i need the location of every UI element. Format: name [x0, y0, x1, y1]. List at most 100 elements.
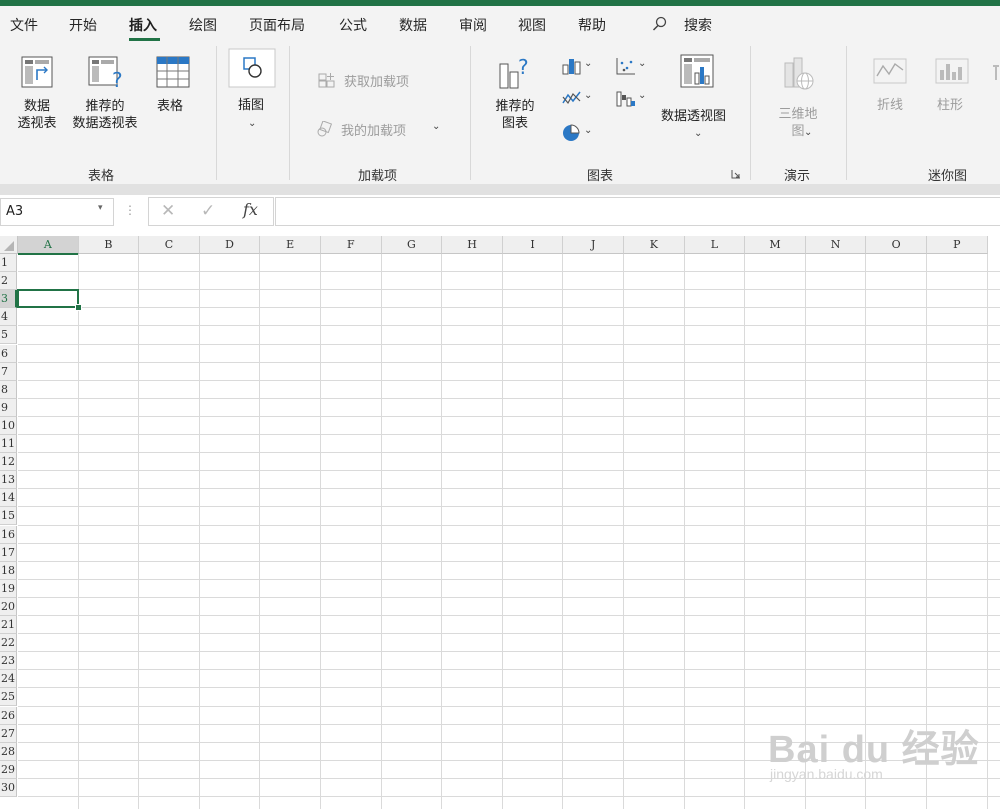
grid-line	[18, 470, 1000, 472]
table-button[interactable]: 表格	[155, 52, 191, 132]
row-header[interactable]: 14	[0, 489, 17, 508]
row-header[interactable]: 5	[0, 326, 17, 345]
charts-group-label: 图表	[587, 169, 614, 184]
row-header[interactable]: 29	[0, 760, 17, 779]
grid-line	[18, 488, 1000, 490]
line-chart-button[interactable]: ⌄	[560, 86, 596, 110]
column-header[interactable]: D	[199, 236, 261, 254]
column-header[interactable]: L	[684, 236, 746, 254]
column-chart-icon	[562, 59, 581, 75]
sparkline-line-icon	[873, 58, 907, 84]
row-header[interactable]: 23	[0, 652, 17, 671]
waterfall-chart-button[interactable]: ⌄	[614, 86, 650, 110]
row-header[interactable]: 1	[0, 254, 17, 273]
column-header[interactable]: E	[260, 236, 321, 254]
tab-draw[interactable]: 绘图	[189, 15, 217, 35]
row-header[interactable]: 27	[0, 724, 17, 743]
recommended-charts-button[interactable]: ? 推荐的 图表	[490, 52, 540, 132]
illustrations-button[interactable]: 插图 ⌄	[228, 48, 276, 129]
shapes-icon	[228, 48, 276, 88]
cancel-icon[interactable]: ✕	[161, 201, 175, 221]
row-header[interactable]: 6	[0, 344, 17, 363]
tab-home[interactable]: 开始	[69, 15, 97, 35]
column-header[interactable]: J	[563, 236, 624, 254]
row-header[interactable]: 26	[0, 706, 17, 725]
column-header[interactable]: F	[321, 236, 382, 254]
3d-map-button[interactable]: 三维地 图 ⌄	[770, 52, 826, 142]
sparkline-winloss-button[interactable]	[992, 52, 1000, 122]
grid-line	[18, 506, 1000, 508]
row-header[interactable]: 9	[0, 398, 17, 417]
sparkline-column-icon	[935, 58, 969, 84]
row-header[interactable]: 10	[0, 416, 17, 435]
column-header[interactable]: H	[442, 236, 503, 254]
tab-page-layout[interactable]: 页面布局	[249, 15, 305, 35]
dialog-launcher-icon[interactable]	[731, 169, 741, 179]
column-header[interactable]: P	[927, 236, 988, 254]
pie-chart-button[interactable]: ⌄	[560, 120, 596, 144]
column-header[interactable]: G	[381, 236, 443, 254]
pivot-table-button[interactable]: 数据 透视表	[14, 52, 60, 132]
tables-group-label: 表格	[88, 169, 115, 184]
more-options-icon[interactable]: ⋮	[124, 203, 136, 217]
chevron-down-icon[interactable]: ▾	[98, 203, 103, 213]
insert-function-icon[interactable]: fx	[243, 200, 258, 219]
row-header[interactable]: 18	[0, 561, 17, 580]
enter-icon[interactable]: ✓	[201, 201, 215, 221]
pivot-chart-button[interactable]: 数据透视图 ⌄	[660, 52, 736, 139]
tab-data[interactable]: 数据	[399, 15, 427, 35]
tab-insert[interactable]: 插入	[129, 15, 157, 35]
row-header[interactable]: 15	[0, 507, 17, 526]
row-header[interactable]: 17	[0, 543, 17, 562]
sparkline-column-label: 柱形	[937, 98, 964, 113]
column-header[interactable]: B	[78, 236, 140, 254]
store-icon	[318, 73, 335, 88]
row-header[interactable]: 22	[0, 634, 17, 653]
row-header[interactable]: 12	[0, 453, 17, 472]
row-header[interactable]: 24	[0, 670, 17, 689]
row-header[interactable]: 30	[0, 778, 17, 797]
chevron-down-icon[interactable]: ⌄	[432, 121, 440, 132]
column-chart-button[interactable]: ⌄	[560, 54, 596, 78]
search-icon[interactable]	[652, 16, 668, 32]
row-header[interactable]: 13	[0, 471, 17, 490]
row-header[interactable]: 20	[0, 597, 17, 616]
column-header[interactable]: C	[139, 236, 200, 254]
grid-line	[18, 524, 1000, 526]
row-header[interactable]: 21	[0, 616, 17, 635]
select-all-corner[interactable]	[0, 236, 18, 254]
row-header[interactable]: 7	[0, 362, 17, 381]
group-separator	[750, 46, 751, 180]
column-header[interactable]: K	[624, 236, 685, 254]
tab-file[interactable]: 文件	[10, 15, 38, 35]
column-header[interactable]: N	[805, 236, 867, 254]
row-header[interactable]: 28	[0, 742, 17, 761]
name-box[interactable]: A3 ▾	[0, 198, 114, 226]
row-header[interactable]: 16	[0, 525, 17, 544]
row-header[interactable]: 19	[0, 579, 17, 598]
active-cell[interactable]	[17, 289, 79, 309]
get-addins-button[interactable]: 获取加载项	[318, 68, 428, 92]
tab-help[interactable]: 帮助	[578, 15, 606, 35]
formula-input[interactable]	[275, 197, 1000, 226]
row-header[interactable]: 2	[0, 272, 17, 291]
row-header[interactable]: 11	[0, 435, 17, 454]
sparkline-line-button[interactable]: 折线	[870, 52, 910, 122]
column-header[interactable]: I	[502, 236, 564, 254]
column-header[interactable]: O	[866, 236, 927, 254]
row-header[interactable]: 8	[0, 380, 17, 399]
tab-view[interactable]: 视图	[518, 15, 546, 35]
recommended-pivot-button[interactable]: ? 推荐的 数据透视表	[70, 52, 140, 132]
row-header[interactable]: 25	[0, 688, 17, 707]
sparkline-column-button[interactable]: 柱形	[932, 52, 972, 122]
tab-formulas[interactable]: 公式	[339, 15, 367, 35]
column-header[interactable]: M	[745, 236, 806, 254]
row-header[interactable]: 3	[0, 290, 17, 309]
my-addins-button[interactable]: 我的加载项 ⌄	[316, 117, 446, 141]
scatter-chart-button[interactable]: ⌄	[614, 54, 650, 78]
tab-review[interactable]: 审阅	[459, 15, 487, 35]
search-label[interactable]: 搜索	[684, 15, 712, 35]
column-header[interactable]: A	[18, 236, 79, 255]
row-header[interactable]: 4	[0, 308, 17, 327]
fill-handle[interactable]	[74, 304, 82, 312]
